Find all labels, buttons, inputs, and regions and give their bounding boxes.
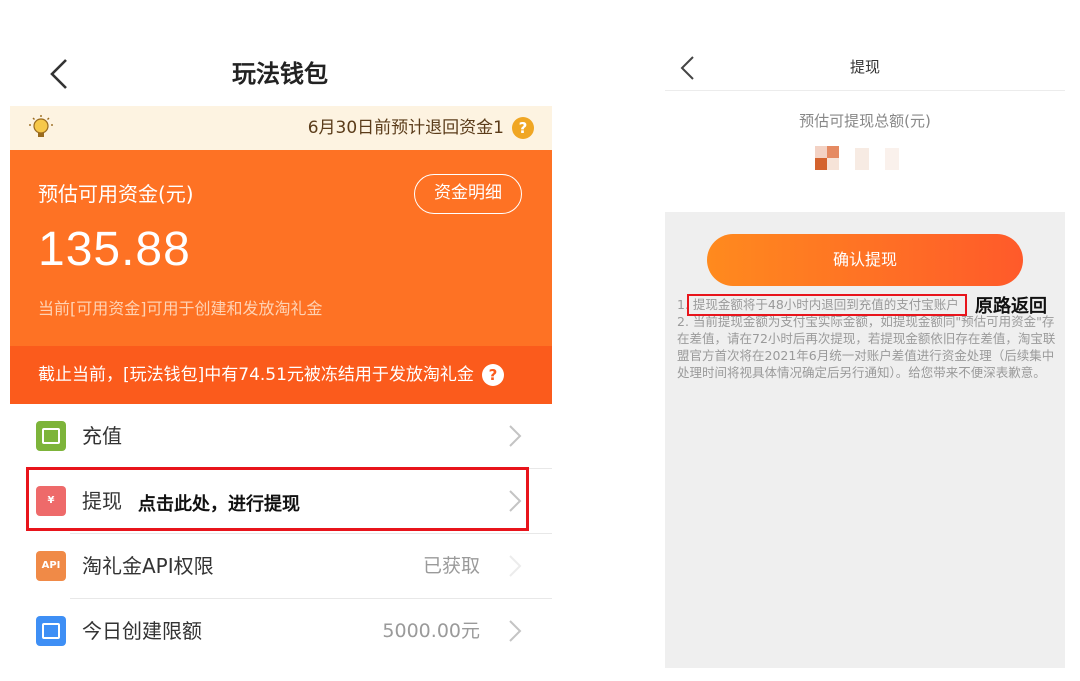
menu-item-value: 5000.00元 [382, 620, 480, 642]
lightbulb-icon [29, 115, 53, 137]
withdrawable-label: 预估可提现总额(元) [799, 112, 931, 130]
menu-item-label: 淘礼金API权限 [82, 554, 214, 578]
back-arrow-icon[interactable] [44, 56, 76, 92]
api-icon: API [36, 551, 66, 581]
blurred-amount [815, 146, 915, 178]
chevron-right-icon [509, 555, 522, 577]
help-icon[interactable]: ? [512, 117, 534, 139]
chevron-right-icon [509, 620, 522, 642]
recharge-icon [36, 421, 66, 451]
annotation-text: 点击此处，进行提现 [138, 494, 300, 515]
help-icon[interactable]: ? [482, 364, 504, 386]
divider [665, 90, 1065, 91]
menu-item-value: 已获取 [422, 555, 480, 577]
annotation-text: 原路返回 [975, 296, 1047, 317]
limit-icon [36, 616, 66, 646]
balance-amount: 135.88 [38, 223, 191, 276]
notice-bar: 6月30日前预计退回资金1 ? [10, 106, 552, 150]
screenshot-root: 玩法钱包 6月30日前预计退回资金1 ? 预估可用资金(元) 资金明细 135.… [0, 0, 1080, 681]
page-title: 提现 [849, 58, 880, 76]
balance-card: 预估可用资金(元) 资金明细 135.88 当前[可用资金]可用于创建和发放淘礼… [10, 150, 552, 346]
wallet-screen: 玩法钱包 6月30日前预计退回资金1 ? 预估可用资金(元) 资金明细 135.… [0, 0, 560, 681]
notice-text: 6月30日前预计退回资金1 [307, 118, 504, 138]
highlight-box [687, 294, 967, 316]
menu-item-label: 充值 [82, 424, 122, 448]
chevron-right-icon [509, 425, 522, 447]
page-title: 玩法钱包 [232, 60, 328, 88]
menu-item-label: 今日创建限额 [82, 619, 202, 643]
withdraw-header: 提现 预估可提现总额(元) [665, 38, 1065, 212]
menu-item-api-permission[interactable]: API 淘礼金API权限 已获取 [10, 534, 552, 598]
note-item: 2. 当前提现金额为支付宝实际金额，如提现金额同"预估可用资金"存在差值，请在7… [677, 314, 1056, 380]
confirm-withdraw-button[interactable]: 确认提现 [707, 234, 1023, 286]
balance-subtitle: 当前[可用资金]可用于创建和发放淘礼金 [38, 299, 323, 318]
menu-item-daily-limit[interactable]: 今日创建限额 5000.00元 [10, 599, 552, 663]
withdraw-screen: 提现 预估可提现总额(元) 确认提现 1. 提现金额将于48小时内退回到充值的支… [665, 38, 1065, 668]
frozen-funds-bar: 截止当前，[玩法钱包]中有74.51元被冻结用于发放淘礼金 ? [10, 346, 552, 404]
menu-item-recharge[interactable]: 充值 [10, 404, 552, 468]
frozen-funds-text: 截止当前，[玩法钱包]中有74.51元被冻结用于发放淘礼金 [38, 365, 474, 385]
fund-detail-button[interactable]: 资金明细 [414, 174, 522, 214]
balance-label: 预估可用资金(元) [38, 182, 194, 206]
